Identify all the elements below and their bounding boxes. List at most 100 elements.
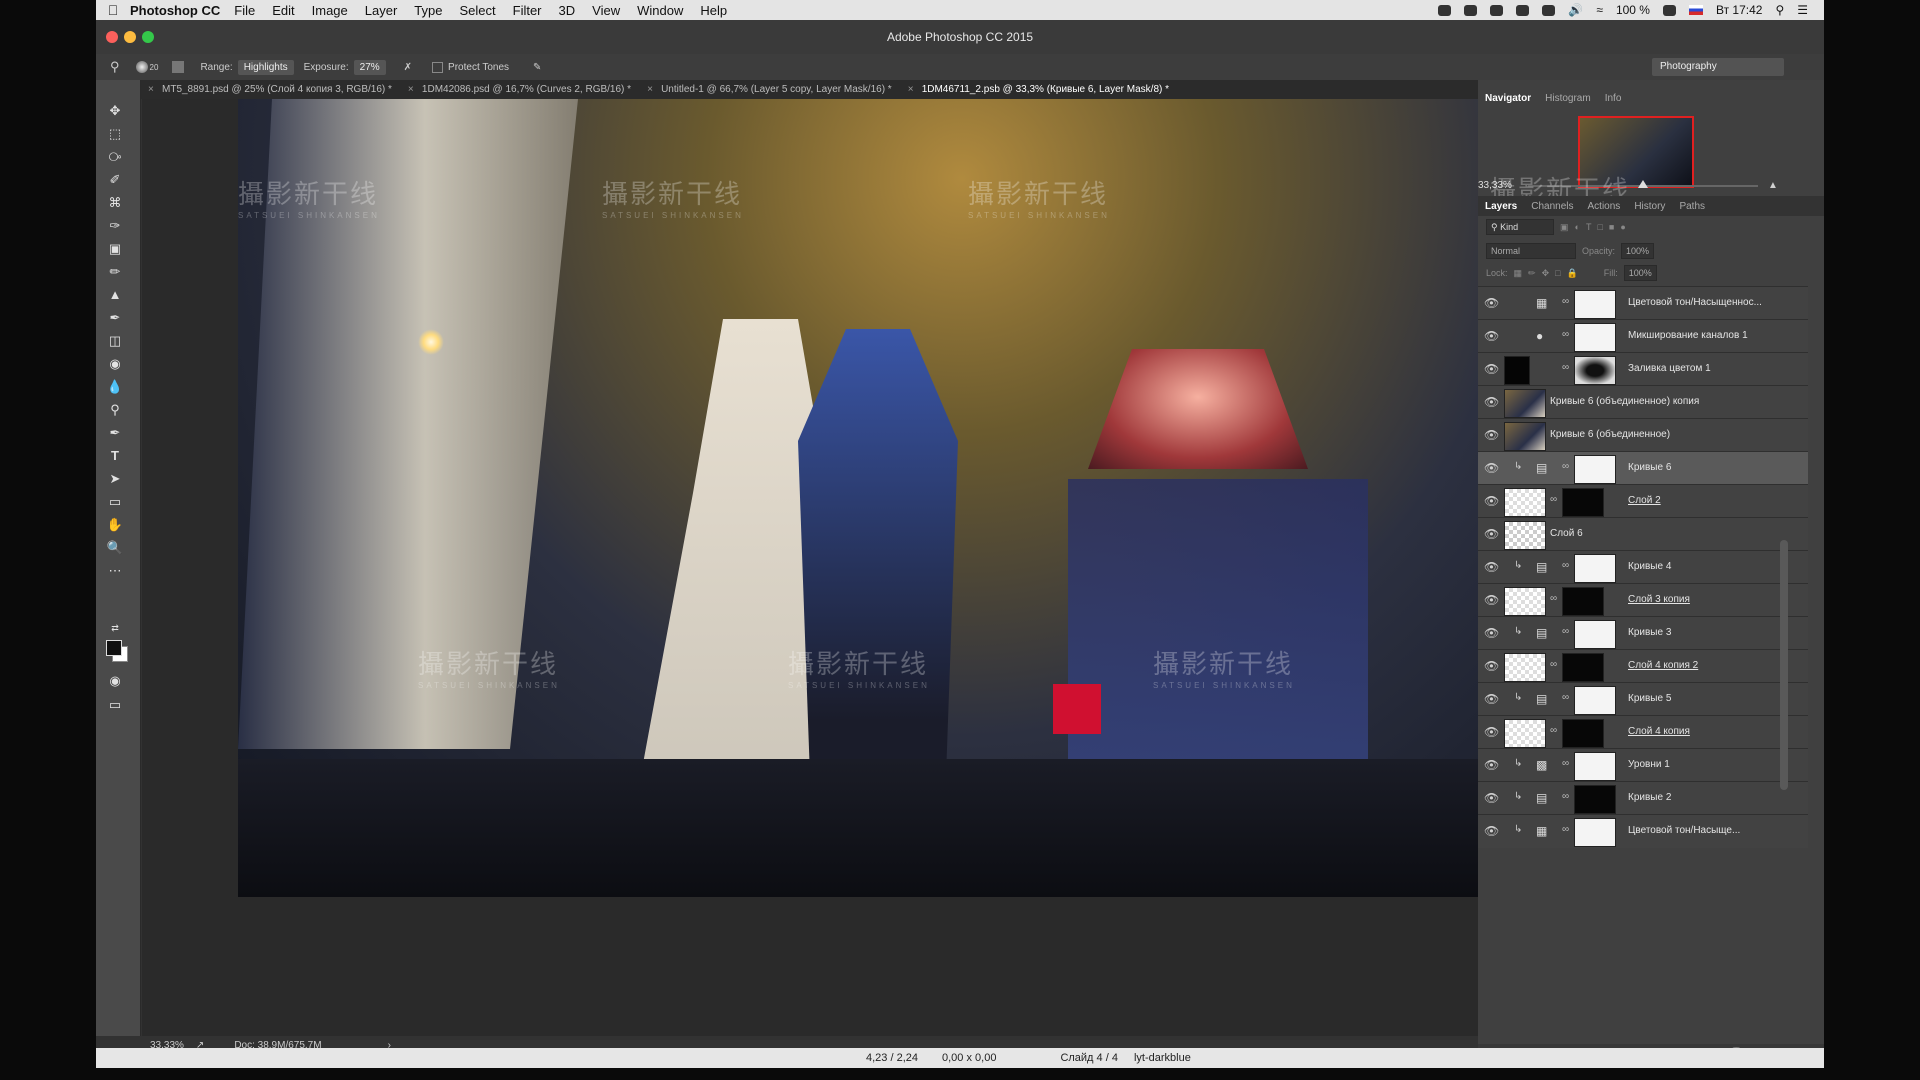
mask-link-icon[interactable]: ∞ [1562,791,1569,802]
lock-artboard-icon[interactable]: □ [1555,268,1560,278]
healing-brush-tool-icon[interactable]: ▣ [104,240,126,257]
quick-select-tool-icon[interactable]: ✐ [104,171,126,188]
protect-tones-checkbox[interactable] [432,61,444,73]
cloud-icon[interactable] [1464,4,1478,16]
layer-mask-thumbnail[interactable] [1574,455,1616,484]
pen-tool-icon[interactable]: ✒ [104,424,126,441]
canvas-area[interactable]: 攝影新干线 SATSUEI SHINKANSEN 攝影新干线 SATSUEI SHI… [142,99,1554,1036]
tab-info[interactable]: Info [1598,93,1629,104]
timemachine-icon[interactable] [1516,4,1530,16]
zoom-in-mountain-icon[interactable]: ▲ [1768,180,1778,191]
hand-tool-icon[interactable]: ✋ [104,516,126,533]
fill-color-thumbnail[interactable] [1504,356,1530,385]
layer-name[interactable]: Микширование каналов 1 [1628,330,1748,341]
curves-adjustment-icon[interactable]: ▤ [1536,692,1547,706]
crop-tool-icon[interactable]: ⌘ [104,194,126,211]
tab-navigator[interactable]: Navigator [1478,93,1538,104]
mask-link-icon[interactable]: ∞ [1562,560,1569,571]
close-tab-icon[interactable]: × [908,84,914,95]
layer-mask-thumbnail[interactable] [1562,488,1604,517]
mask-link-icon[interactable]: ∞ [1562,296,1569,307]
tab-paths[interactable]: Paths [1672,201,1712,212]
visibility-eye-icon[interactable]: 👁 [1484,528,1499,540]
filter-type-icon[interactable]: T [1586,222,1592,232]
zoom-window-button[interactable] [142,31,154,43]
lock-all-icon[interactable]: 🔒 [1567,268,1578,279]
layer-row[interactable]: 👁 ∞ Заливка цветом 1 [1478,352,1808,386]
curves-adjustment-icon[interactable]: ▤ [1536,791,1547,805]
layer-mask-thumbnail[interactable] [1574,818,1616,847]
mask-link-icon[interactable]: ∞ [1562,461,1569,472]
layer-name[interactable]: Цветовой тон/Насыщеннос... [1628,297,1762,308]
paint-bucket-tool-icon[interactable]: ◉ [104,355,126,372]
layer-thumbnail[interactable] [1504,389,1546,418]
swap-colors-icon[interactable]: ⇄ [104,620,126,637]
battery-icon[interactable] [1662,4,1676,16]
mask-link-icon[interactable]: ∞ [1550,593,1557,604]
layer-name[interactable]: Заливка цветом 1 [1628,363,1711,374]
minimize-window-button[interactable] [124,31,136,43]
layer-thumbnail[interactable] [1504,422,1546,451]
visibility-eye-icon[interactable]: 👁 [1484,627,1499,639]
visibility-eye-icon[interactable]: 👁 [1484,495,1499,507]
layer-mask-thumbnail[interactable] [1574,785,1616,814]
layer-name[interactable]: Слой 3 копия [1628,594,1690,605]
layer-name[interactable]: Слой 2 [1628,495,1661,506]
tab-document-3[interactable]: × Untitled-1 @ 66,7% (Layer 5 copy, Layer… [641,84,902,95]
tab-document-2[interactable]: × 1DM42086.psd @ 16,7% (Curves 2, RGB/16)… [402,84,641,95]
filter-smart-object-icon[interactable]: ■ [1609,222,1614,232]
layer-name[interactable]: Слой 4 копия [1628,726,1690,737]
visibility-eye-icon[interactable]: 👁 [1484,792,1499,804]
wifi-icon[interactable]: ≈ [1596,3,1603,17]
zoom-tool-icon[interactable]: 🔍 [104,539,126,556]
layer-thumbnail[interactable] [1504,587,1546,616]
opacity-field[interactable]: 100% [1621,243,1655,259]
layer-mask-thumbnail[interactable] [1574,686,1616,715]
layer-thumbnail[interactable] [1504,521,1546,550]
menu-layer[interactable]: Layer [365,3,398,18]
filter-pixel-icon[interactable]: ▣ [1560,222,1569,233]
levels-adjustment-icon[interactable]: ▩ [1536,758,1547,772]
exposure-field[interactable]: 27% [353,59,386,75]
layer-name[interactable]: Слой 4 копия 2 [1628,660,1698,671]
layers-scrollbar[interactable] [1780,540,1788,790]
visibility-eye-icon[interactable]: 👁 [1484,825,1499,837]
mask-link-icon[interactable]: ∞ [1562,626,1569,637]
layer-thumbnail[interactable] [1504,719,1546,748]
layer-row[interactable]: 👁 ↳ ▤ ∞ Кривые 6 [1478,451,1808,485]
tab-history[interactable]: History [1627,201,1672,212]
layer-row[interactable]: 👁 ↳ ▤ ∞ Кривые 4 [1478,550,1808,584]
hue-sat-adjustment-icon[interactable]: ▦ [1536,296,1547,310]
eraser-tool-icon[interactable]: ◫ [104,332,126,349]
menu-type[interactable]: Type [414,3,442,18]
blur-tool-icon[interactable]: 💧 [104,378,126,395]
visibility-eye-icon[interactable]: 👁 [1484,429,1499,441]
record-icon[interactable] [1438,4,1452,16]
mask-link-icon[interactable]: ∞ [1562,329,1569,340]
move-tool-icon[interactable]: ✥ [104,102,126,119]
visibility-eye-icon[interactable]: 👁 [1484,396,1499,408]
lock-position-icon[interactable]: ✥ [1542,268,1550,279]
mask-link-icon[interactable]: ∞ [1562,824,1569,835]
airbrush-icon[interactable]: ✗ [404,62,412,73]
path-select-tool-icon[interactable]: ➤ [104,470,126,487]
layer-name[interactable]: Слой 6 [1550,528,1583,539]
layer-name[interactable]: Кривые 5 [1628,693,1671,704]
layer-mask-thumbnail[interactable] [1562,719,1604,748]
fill-field[interactable]: 100% [1623,265,1657,281]
hue-sat-adjustment-icon[interactable]: ▦ [1536,824,1547,838]
apple-icon[interactable]:  [96,2,130,18]
menu-view[interactable]: View [592,3,620,18]
layer-row[interactable]: 👁 ∞ Слой 4 копия 2 [1478,649,1808,683]
menu-filter[interactable]: Filter [513,3,542,18]
app-menu[interactable]: Photoshop CC [130,3,220,18]
layer-row[interactable]: 👁 ↳ ▤ ∞ Кривые 2 [1478,781,1808,815]
curves-adjustment-icon[interactable]: ▤ [1536,461,1547,475]
tab-document-4[interactable]: × 1DM46711_2.psb @ 33,3% (Кривые 6, Layer… [902,84,1179,95]
tab-histogram[interactable]: Histogram [1538,93,1598,104]
layer-mask-thumbnail[interactable] [1574,356,1616,385]
layer-row[interactable]: 👁 ∞ Слой 2 [1478,484,1808,518]
layer-row[interactable]: 👁 Слой 6 [1478,517,1808,551]
visibility-eye-icon[interactable]: 👁 [1484,363,1499,375]
layer-row[interactable]: 👁 Кривые 6 (объединенное) копия [1478,385,1808,419]
